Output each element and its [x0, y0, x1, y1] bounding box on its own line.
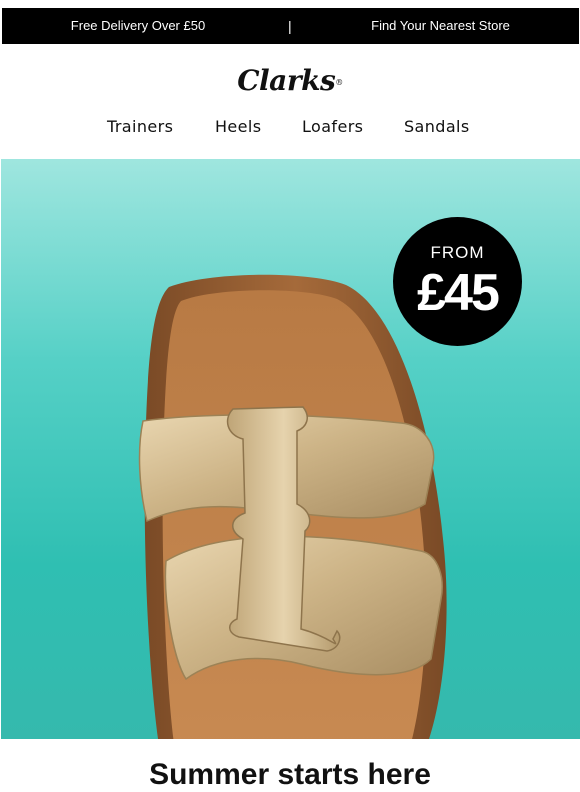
- clarks-logo[interactable]: Clarks®: [0, 64, 580, 97]
- find-store-link[interactable]: Find Your Nearest Store: [302, 8, 579, 44]
- price-badge: FROM £45: [393, 217, 522, 346]
- badge-from-label: FROM: [430, 243, 485, 262]
- promo-bar: Free Delivery Over £50 | Find Your Neare…: [2, 8, 579, 44]
- brand-name: Clarks: [237, 64, 336, 97]
- registered-mark: ®: [335, 78, 343, 87]
- promo-separator: |: [288, 18, 292, 34]
- badge-price: £45: [417, 264, 500, 322]
- headline: Summer starts here: [149, 758, 431, 791]
- nav-item-trainers[interactable]: Trainers: [107, 117, 173, 136]
- nav-item-heels[interactable]: Heels: [215, 117, 262, 136]
- nav-item-loafers[interactable]: Loafers: [302, 117, 363, 136]
- free-delivery-link[interactable]: Free Delivery Over £50: [2, 8, 274, 44]
- nav-item-sandals[interactable]: Sandals: [404, 117, 470, 136]
- main-nav: Trainers Heels Loafers Sandals: [0, 117, 580, 141]
